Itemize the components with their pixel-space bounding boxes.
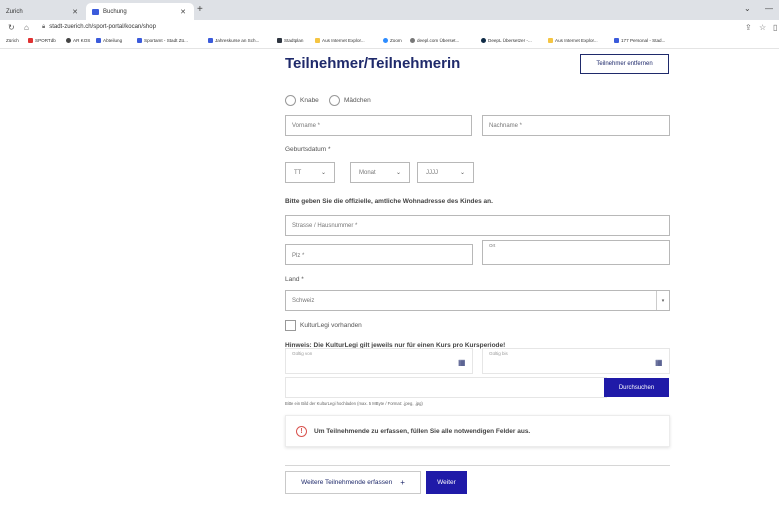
bookmark-item[interactable]: DeepL Übersetzer -... [481, 38, 532, 43]
lock-icon: 🔒︎ [42, 24, 46, 30]
gender-label-knabe: Knabe [300, 97, 319, 104]
zip-placeholder: Plz * [292, 253, 305, 259]
add-more-participants-button[interactable]: Weitere Teilnehmende erfassen + [285, 471, 421, 494]
bookmark-icon [137, 38, 142, 43]
favicon-icon [92, 8, 99, 15]
city-placeholder: Ort [489, 243, 496, 248]
birth-year-value: JJJJ [426, 170, 438, 176]
chevron-down-icon: ⌄ [395, 170, 401, 176]
bookmark-item[interactable]: Aus Internet Explor... [315, 38, 365, 43]
chevron-down-icon: ⌄ [320, 170, 326, 176]
valid-to-label: Gültig bis [489, 351, 508, 356]
country-value: Schweiz [292, 298, 315, 304]
page-title: Teilnehmer/Teilnehmerin [285, 55, 461, 72]
tab-list-chevron-icon[interactable]: ⌄ [744, 4, 751, 13]
firstname-field[interactable]: Vorname * [285, 115, 472, 136]
new-tab-button[interactable]: + [197, 4, 203, 15]
country-select[interactable]: Schweiz ▾ [285, 290, 670, 311]
tab-label: Zurich [6, 8, 23, 15]
url-text: stadt-zuerich.ch/sport-portal/kocan/shop [49, 24, 156, 30]
dropdown-arrow-icon[interactable]: ▾ [656, 291, 669, 310]
birthdate-label: Geburtsdatum * [285, 146, 331, 153]
gender-label-maedchen: Mädchen [344, 97, 371, 104]
bookmark-item[interactable]: SPORTdb [28, 38, 56, 43]
home-icon[interactable]: ⌂ [24, 23, 29, 32]
close-tab-icon[interactable]: ✕ [180, 8, 186, 16]
url-field[interactable]: 🔒︎ stadt-zuerich.ch/sport-portal/kocan/sh… [42, 24, 156, 31]
gender-radio-maedchen[interactable] [329, 95, 340, 106]
bookmark-item[interactable]: AR KOS [66, 38, 90, 43]
bookmark-star-icon[interactable]: ☆ [759, 23, 766, 32]
divider [285, 465, 670, 466]
bookmark-item[interactable]: deepl.com Überset... [410, 38, 459, 43]
bookmark-icon [28, 38, 33, 43]
lastname-placeholder: Nachname * [489, 123, 523, 129]
street-field[interactable]: Strasse / Hausnummer * [285, 215, 670, 236]
tab-zurich[interactable]: Zurich ✕ [0, 3, 86, 20]
bookmark-item[interactable]: Zürich [6, 38, 19, 43]
next-button[interactable]: Weiter [426, 471, 467, 494]
reload-icon[interactable]: ↻ [8, 23, 15, 32]
close-tab-icon[interactable]: ✕ [72, 8, 78, 16]
city-field[interactable]: Ort [482, 240, 670, 265]
bookmark-icon [383, 38, 388, 43]
zip-field[interactable]: Plz * [285, 244, 473, 265]
minimize-icon[interactable]: — [765, 4, 773, 13]
remove-participant-button[interactable]: Teilnehmer entfernen [580, 54, 669, 74]
browse-button[interactable]: Durchsuchen [604, 378, 669, 397]
birth-year-select[interactable]: JJJJ ⌄ [417, 162, 474, 183]
bookmark-item[interactable]: Aus Internet Explor... [548, 38, 598, 43]
folder-icon [548, 38, 553, 43]
firstname-placeholder: Vorname * [292, 123, 321, 129]
country-label: Land * [285, 276, 304, 283]
browser-tab-bar: Zurich ✕ Buchung ✕ + ⌄ — [0, 0, 779, 20]
calendar-icon[interactable]: ▦ [655, 358, 663, 367]
bookmark-icon [614, 38, 619, 43]
address-bar: ↻ ⌂ 🔒︎ stadt-zuerich.ch/sport-portal/koca… [0, 20, 779, 36]
gender-radio-knabe[interactable] [285, 95, 296, 106]
share-icon[interactable]: ⇪ [745, 23, 752, 32]
bookmark-item[interactable]: Sportamt - Stadt Zü... [137, 38, 188, 43]
valid-from-label: Gültig von [292, 351, 313, 356]
lastname-field[interactable]: Nachname * [482, 115, 670, 136]
validation-notice: ! Um Teilnehmende zu erfassen, füllen Si… [285, 415, 670, 447]
kulturlegi-checkbox[interactable] [285, 320, 296, 331]
address-note: Bitte geben Sie die offizielle, amtliche… [285, 198, 493, 205]
bookmark-item[interactable]: Abteilung [96, 38, 122, 43]
birth-month-select[interactable]: Monat ⌄ [350, 162, 410, 183]
file-upload-field[interactable] [285, 377, 607, 398]
bookmark-icon [66, 38, 71, 43]
tab-label: Buchung [103, 8, 127, 15]
street-placeholder: Strasse / Hausnummer * [292, 223, 358, 229]
add-more-label: Weitere Teilnehmende erfassen [301, 479, 393, 486]
tab-buchung[interactable]: Buchung ✕ [86, 3, 194, 20]
bookmark-icon [410, 38, 415, 43]
notice-text: Um Teilnehmende zu erfassen, füllen Sie … [314, 428, 531, 435]
plus-icon: + [400, 478, 405, 487]
upload-hint: Bitte ein Bild der KulturLegi hochladen … [285, 401, 423, 406]
birth-day-select[interactable]: TT ⌄ [285, 162, 335, 183]
folder-icon [315, 38, 320, 43]
bookmark-icon [277, 38, 282, 43]
valid-to-field[interactable]: Gültig bis ▦ [482, 348, 670, 374]
bookmark-item[interactable]: Jahreskurse an Sch... [208, 38, 259, 43]
bookmark-item[interactable]: 177 Personal - Stad... [614, 38, 665, 43]
bookmarks-bar: Zürich SPORTdb AR KOS Abteilung Sportamt… [0, 36, 779, 49]
valid-from-field[interactable]: Gültig von ▦ [285, 348, 473, 374]
bookmark-icon [481, 38, 486, 43]
birth-month-value: Monat [359, 170, 376, 176]
bookmark-item[interactable]: Zoom [383, 38, 402, 43]
birth-day-value: TT [294, 170, 302, 176]
sidebar-icon[interactable]: ▯ [773, 23, 777, 32]
bookmark-icon [96, 38, 101, 43]
calendar-icon[interactable]: ▦ [458, 358, 466, 367]
bookmark-icon [208, 38, 213, 43]
chevron-down-icon: ⌄ [459, 170, 465, 176]
kulturlegi-checkbox-label: KulturLegi vorhanden [300, 322, 362, 329]
bookmark-item[interactable]: Stadtplan [277, 38, 303, 43]
warning-icon: ! [296, 426, 307, 437]
